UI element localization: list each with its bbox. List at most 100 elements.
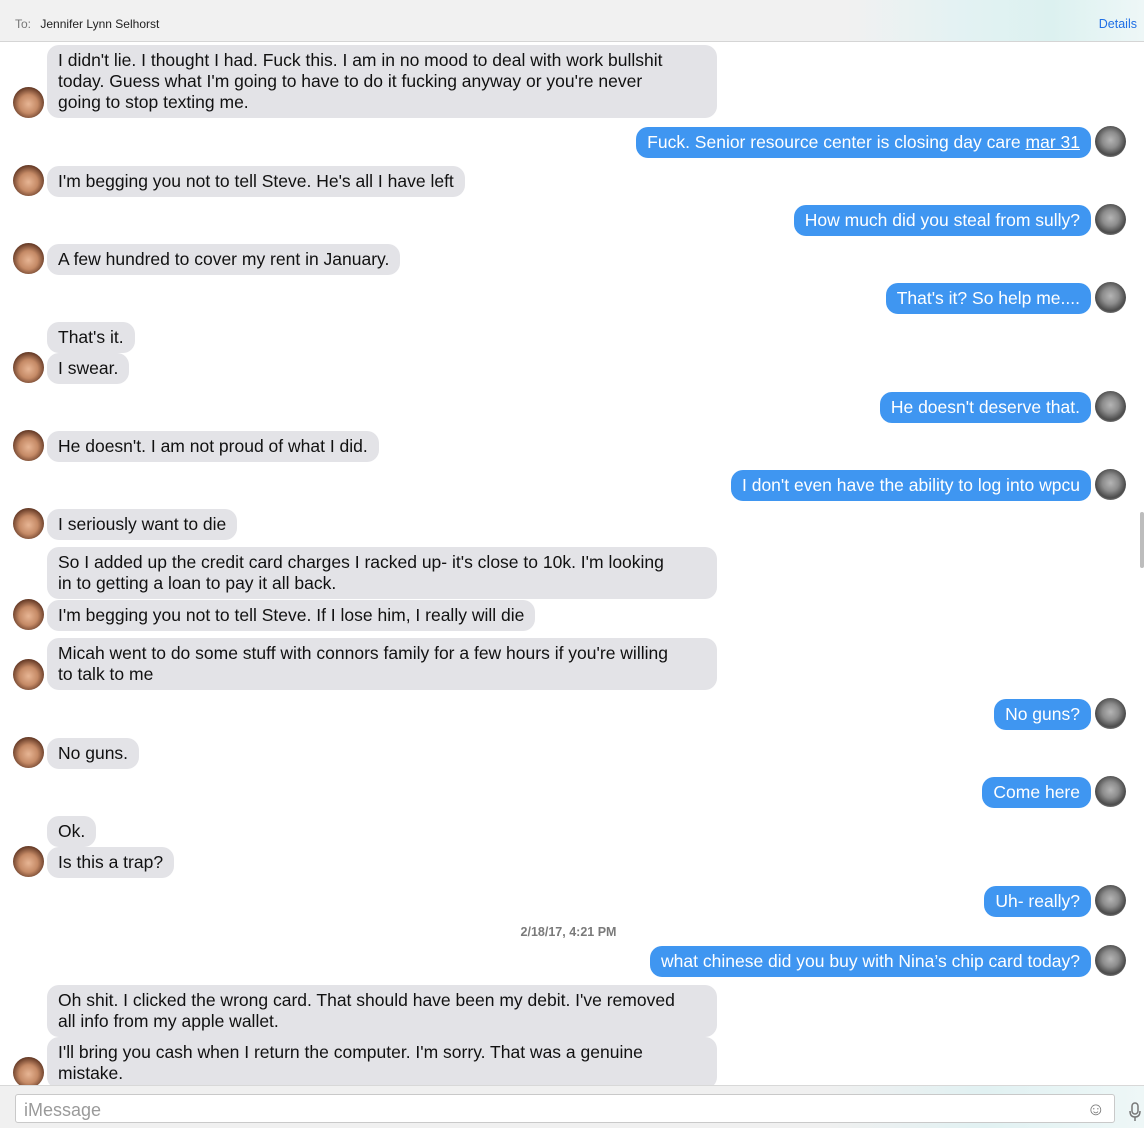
- message-bubble[interactable]: He doesn't. I am not proud of what I did…: [47, 431, 379, 462]
- message-text: Uh- really?: [995, 891, 1080, 911]
- contact-avatar[interactable]: [13, 737, 44, 768]
- message-incoming: I'm begging you not to tell Steve. If I …: [47, 600, 536, 631]
- contact-avatar[interactable]: [13, 165, 44, 196]
- timestamp: 2/18/17, 4:21 PM: [520, 925, 617, 939]
- message-bubble[interactable]: Fuck. Senior resource center is closing …: [636, 127, 1091, 158]
- message-bubble[interactable]: No guns.: [47, 738, 140, 769]
- message-line: I'll bring you cash when I return the co…: [58, 1042, 643, 1062]
- scrollbar-thumb[interactable]: [1140, 512, 1144, 568]
- message-bubble[interactable]: No guns?: [994, 699, 1091, 730]
- my-avatar: [1095, 698, 1126, 729]
- message-line: So I added up the credit card charges I …: [58, 552, 664, 572]
- contact-avatar[interactable]: [13, 243, 44, 274]
- message-text: Is this a trap?: [58, 852, 164, 872]
- message-incoming: Micah went to do some stuff with connors…: [47, 638, 717, 690]
- message-incoming: I swear.: [47, 353, 130, 384]
- my-avatar: [1095, 885, 1126, 916]
- my-avatar: [1095, 945, 1126, 976]
- message-incoming: That's it.: [47, 322, 135, 353]
- message-text: A few hundred to cover my rent in Januar…: [58, 249, 390, 269]
- message-text: I'm begging you not to tell Steve. If I …: [58, 605, 525, 625]
- message-outgoing: what chinese did you buy with Nina’s chi…: [650, 946, 1091, 977]
- message-outgoing: He doesn't deserve that.: [879, 392, 1091, 423]
- message-text: I swear.: [58, 358, 119, 378]
- message-text: How much did you steal from sully?: [804, 210, 1080, 230]
- message-incoming: A few hundred to cover my rent in Januar…: [47, 244, 401, 275]
- message-line: to talk to me: [58, 664, 154, 684]
- message-text: Fuck. Senior resource center is closing …: [647, 132, 1026, 152]
- my-avatar: [1095, 204, 1126, 235]
- message-incoming: No guns.: [47, 738, 140, 769]
- message-incoming: I seriously want to die: [47, 509, 238, 540]
- smiley-icon[interactable]: ☺: [1087, 1099, 1105, 1120]
- message-bubble[interactable]: what chinese did you buy with Nina’s chi…: [650, 946, 1091, 977]
- message-bubble[interactable]: That's it.: [47, 322, 135, 353]
- message-bubble[interactable]: I'm begging you not to tell Steve. He's …: [47, 166, 465, 197]
- message-bubble[interactable]: I seriously want to die: [47, 509, 238, 540]
- message-text: I seriously want to die: [58, 514, 227, 534]
- my-avatar: [1095, 776, 1126, 807]
- message-bubble[interactable]: I don't even have the ability to log int…: [730, 470, 1091, 501]
- message-bubble[interactable]: Uh- really?: [984, 886, 1091, 917]
- recipient-name[interactable]: Jennifer Lynn Selhorst: [40, 17, 159, 31]
- message-outgoing: That's it? So help me....: [885, 283, 1091, 314]
- message-text: That's it.: [58, 327, 124, 347]
- message-bubble[interactable]: Oh shit. I clicked the wrong card. That …: [47, 985, 717, 1037]
- message-incoming: I'm begging you not to tell Steve. He's …: [47, 166, 465, 197]
- message-incoming: So I added up the credit card charges I …: [47, 547, 717, 599]
- contact-avatar[interactable]: [13, 1057, 44, 1085]
- message-text: He doesn't deserve that.: [890, 397, 1080, 417]
- message-text: Ok.: [58, 821, 86, 841]
- message-outgoing: I don't even have the ability to log int…: [730, 470, 1091, 501]
- message-incoming: Is this a trap?: [47, 847, 175, 878]
- contact-avatar[interactable]: [13, 352, 44, 383]
- message-incoming: Oh shit. I clicked the wrong card. That …: [47, 985, 717, 1037]
- message-bubble[interactable]: He doesn't deserve that.: [879, 392, 1091, 423]
- message-bubble[interactable]: How much did you steal from sully?: [793, 205, 1091, 236]
- my-avatar: [1095, 282, 1126, 313]
- message-bubble[interactable]: A few hundred to cover my rent in Januar…: [47, 244, 401, 275]
- message-text: Come here: [993, 782, 1080, 802]
- contact-avatar[interactable]: [13, 430, 44, 461]
- message-thread[interactable]: I didn't lie. I thought I had. Fuck this…: [0, 42, 1144, 1085]
- message-bubble[interactable]: Micah went to do some stuff with connors…: [47, 638, 717, 690]
- contact-avatar[interactable]: [13, 87, 44, 118]
- message-text: No guns.: [58, 743, 129, 763]
- message-text: I'm begging you not to tell Steve. He's …: [58, 171, 454, 191]
- message-bubble[interactable]: Come here: [982, 777, 1091, 808]
- message-text: I don't even have the ability to log int…: [741, 475, 1080, 495]
- message-input-box: ☺: [15, 1094, 1115, 1123]
- contact-avatar[interactable]: [13, 846, 44, 877]
- date-link[interactable]: mar 31: [1026, 132, 1080, 152]
- contact-avatar[interactable]: [13, 599, 44, 630]
- message-bubble[interactable]: So I added up the credit card charges I …: [47, 547, 717, 599]
- message-outgoing: Come here: [982, 777, 1091, 808]
- message-text: He doesn't. I am not proud of what I did…: [58, 436, 368, 456]
- message-outgoing: Uh- really?: [984, 886, 1091, 917]
- conversation-header: To: Jennifer Lynn Selhorst Details: [0, 0, 1144, 42]
- message-outgoing: Fuck. Senior resource center is closing …: [636, 127, 1091, 158]
- message-bubble[interactable]: That's it? So help me....: [885, 283, 1091, 314]
- message-bubble[interactable]: Is this a trap?: [47, 847, 175, 878]
- message-bubble[interactable]: I swear.: [47, 353, 130, 384]
- message-text: what chinese did you buy with Nina’s chi…: [661, 951, 1080, 971]
- my-avatar: [1095, 126, 1126, 157]
- to-label: To:: [15, 17, 32, 31]
- microphone-icon[interactable]: [1128, 1102, 1142, 1122]
- message-incoming: I'll bring you cash when I return the co…: [47, 1037, 717, 1085]
- message-bubble[interactable]: I'll bring you cash when I return the co…: [47, 1037, 717, 1085]
- message-bubble[interactable]: I'm begging you not to tell Steve. If I …: [47, 600, 536, 631]
- message-line: in to getting a loan to pay it all back.: [58, 573, 337, 593]
- my-avatar: [1095, 391, 1126, 422]
- contact-avatar[interactable]: [13, 508, 44, 539]
- message-input[interactable]: [22, 1097, 1086, 1123]
- message-incoming: Ok.: [47, 816, 97, 847]
- message-bubble[interactable]: I didn't lie. I thought I had. Fuck this…: [47, 45, 717, 118]
- message-bubble[interactable]: Ok.: [47, 816, 97, 847]
- recipient-row: To: Jennifer Lynn Selhorst: [15, 17, 159, 31]
- message-line: all info from my apple wallet.: [58, 1011, 279, 1031]
- message-incoming: I didn't lie. I thought I had. Fuck this…: [47, 45, 717, 118]
- contact-avatar[interactable]: [13, 659, 44, 690]
- message-composer: ☺: [0, 1085, 1144, 1128]
- details-button[interactable]: Details: [1099, 17, 1137, 31]
